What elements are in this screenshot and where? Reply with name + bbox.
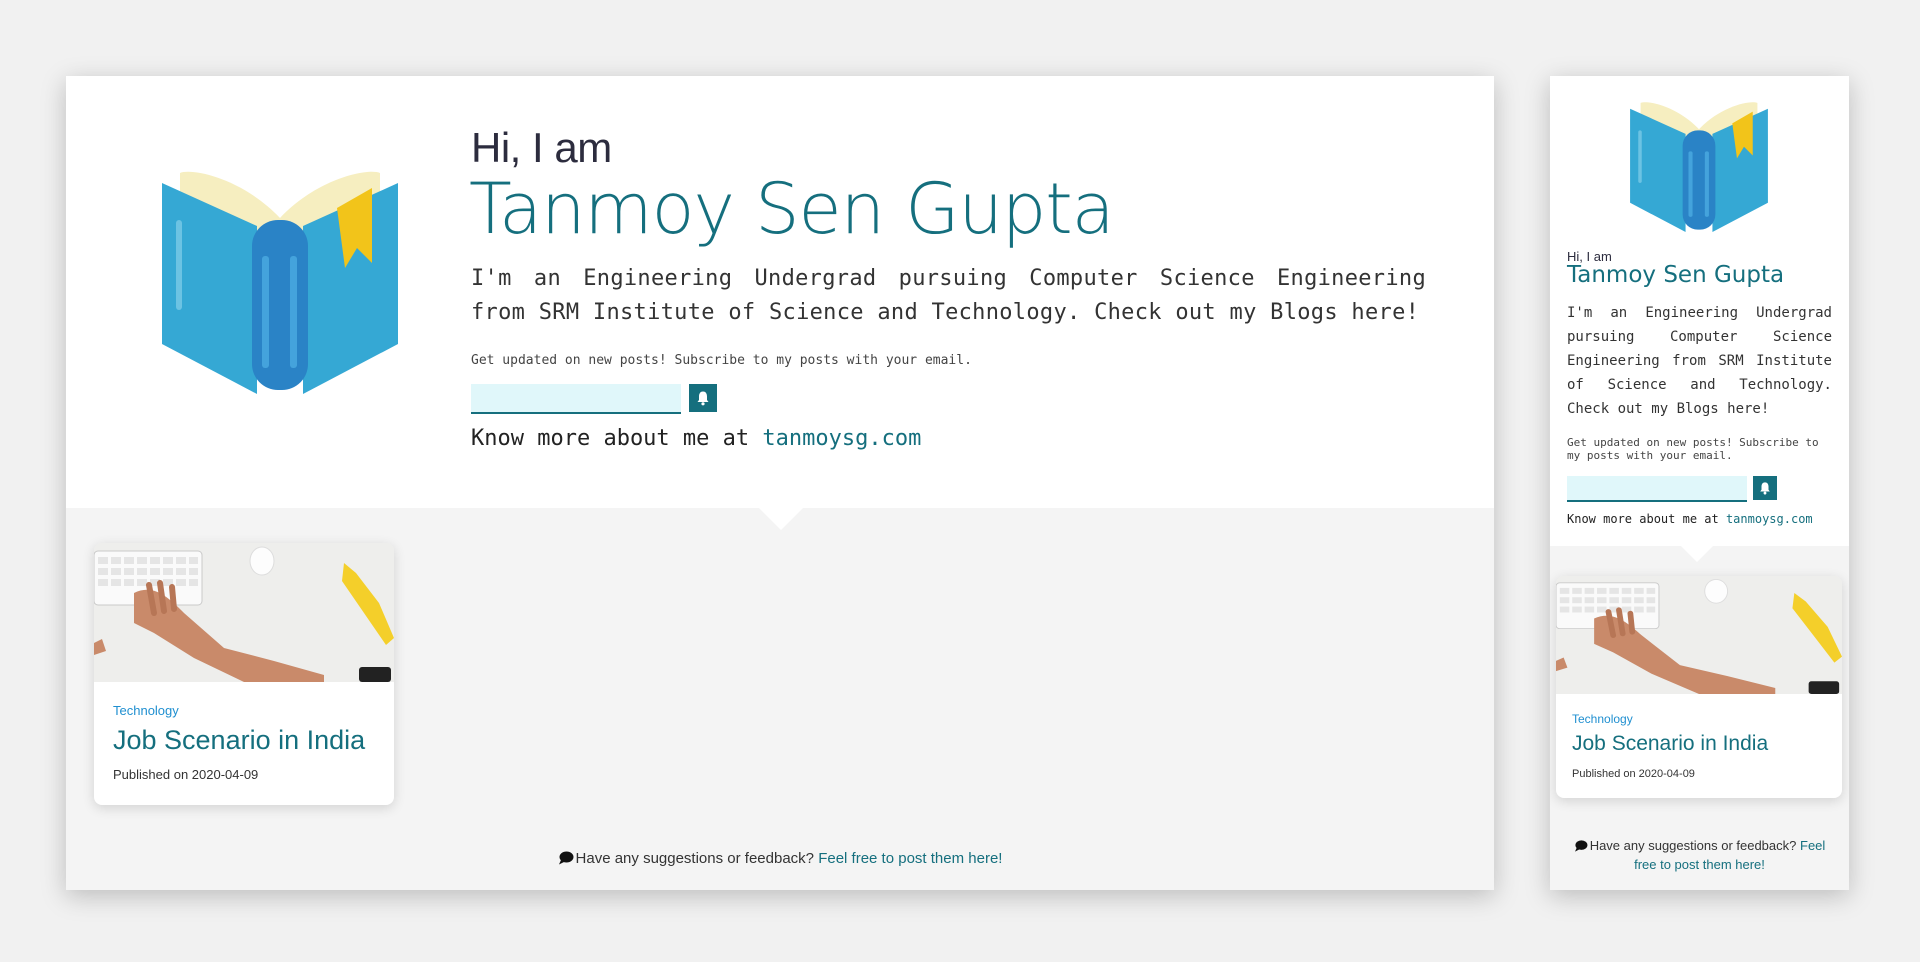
bio-text: I'm an Engineering Undergrad pursuing Co… <box>471 266 1426 325</box>
author-name: Tanmoy Sen Gupta <box>1567 262 1785 288</box>
feedback-footer: Have any suggestions or feedback? Feel f… <box>66 850 1494 867</box>
hero-notch <box>759 508 803 530</box>
desktop-preview: Hi, I am Tanmoy Sen Gupta I'm an Enginee… <box>66 76 1494 890</box>
email-field[interactable] <box>1567 476 1747 502</box>
subscribe-text: Get updated on new posts! Subscribe to m… <box>471 353 972 368</box>
subscribe-button[interactable] <box>1753 476 1777 500</box>
post-category[interactable]: Technology <box>1572 712 1633 726</box>
post-card[interactable]: Technology Job Scenario in India Publish… <box>94 543 394 805</box>
know-more-label: Know more about me at <box>471 426 763 451</box>
email-field[interactable] <box>471 384 681 414</box>
bio-text: I'm an Engineering Undergrad pursuing Co… <box>1567 305 1832 417</box>
bell-icon <box>697 391 709 406</box>
website-link[interactable]: tanmoysg.com <box>762 426 921 451</box>
feedback-link[interactable]: Feel free to post them here! <box>818 850 1002 867</box>
subscribe-text: Get updated on new posts! Subscribe to m… <box>1567 436 1819 462</box>
greeting: Hi, I am <box>471 124 612 171</box>
mobile-preview: Hi, I am Tanmoy Sen Gupta I'm an Enginee… <box>1550 76 1849 890</box>
hero-section: Hi, I am Tanmoy Sen Gupta I'm an Enginee… <box>1550 76 1849 546</box>
bell-icon <box>1760 482 1770 495</box>
book-icon <box>162 171 398 394</box>
feedback-footer: Have any suggestions or feedback? Feel f… <box>1568 836 1831 874</box>
post-title[interactable]: Job Scenario in India <box>1572 732 1768 756</box>
post-date: Published on 2020-04-09 <box>113 767 259 782</box>
feedback-text: Have any suggestions or feedback? <box>575 850 819 867</box>
post-image <box>94 543 394 682</box>
know-more: Know more about me at tanmoysg.com <box>1567 512 1813 526</box>
post-image <box>1556 576 1842 694</box>
post-category[interactable]: Technology <box>113 703 179 718</box>
website-link[interactable]: tanmoysg.com <box>1726 512 1813 526</box>
speech-bubble-icon <box>1574 840 1588 852</box>
hero-section: Hi, I am Tanmoy Sen Gupta I'm an Enginee… <box>66 76 1494 508</box>
post-title[interactable]: Job Scenario in India <box>113 725 365 756</box>
know-more: Know more about me at tanmoysg.com <box>471 426 921 451</box>
author-name: Tanmoy Sen Gupta <box>469 168 1115 250</box>
know-more-label: Know more about me at <box>1567 512 1726 526</box>
post-date: Published on 2020-04-09 <box>1572 768 1695 780</box>
feedback-text: Have any suggestions or feedback? <box>1589 838 1800 853</box>
speech-bubble-icon <box>558 851 574 865</box>
post-card[interactable]: Technology Job Scenario in India Publish… <box>1556 576 1842 798</box>
subscribe-button[interactable] <box>689 384 717 412</box>
hero-notch <box>1681 546 1713 562</box>
book-icon <box>1630 102 1768 232</box>
